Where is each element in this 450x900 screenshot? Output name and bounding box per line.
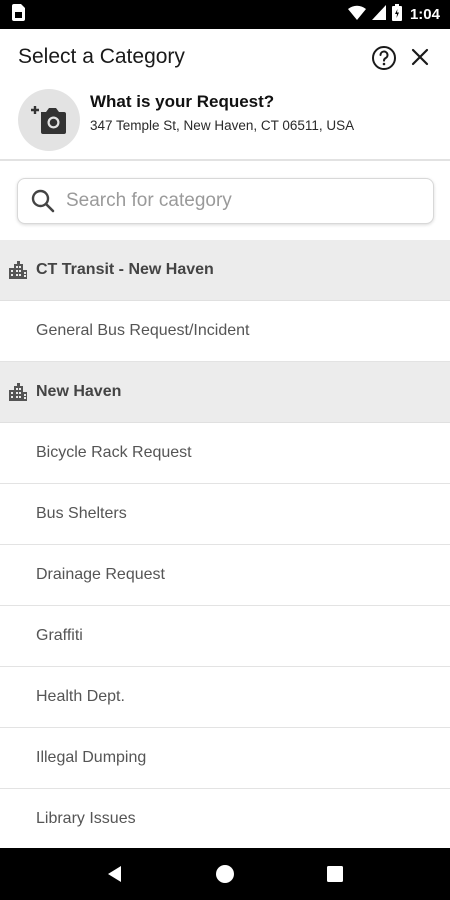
help-circle-icon [372, 46, 396, 70]
list-item-label: General Bus Request/Incident [36, 322, 250, 339]
list-item-label: Drainage Request [36, 566, 165, 583]
close-icon [411, 48, 429, 66]
page-title: Select a Category [18, 45, 185, 68]
status-time: 1:04 [409, 6, 440, 23]
category-list: CT Transit - New Haven General Bus Reque… [0, 240, 450, 850]
search-icon [31, 189, 55, 213]
status-bar: 1:04 [0, 0, 450, 29]
city-icon [9, 261, 27, 279]
wifi-icon [347, 5, 366, 25]
system-nav-bar [0, 848, 450, 900]
list-item-bicycle-rack-request[interactable]: Bicycle Rack Request [0, 423, 450, 484]
list-item-label: Bus Shelters [36, 505, 127, 522]
list-item-drainage-request[interactable]: Drainage Request [0, 545, 450, 606]
add-camera-icon [31, 106, 66, 134]
help-button[interactable] [371, 45, 397, 71]
list-item-illegal-dumping[interactable]: Illegal Dumping [0, 728, 450, 789]
request-title: What is your Request? [90, 92, 275, 111]
back-triangle-icon [108, 866, 121, 882]
list-item-label: Library Issues [36, 810, 136, 827]
group-header-new-haven: New Haven [0, 362, 450, 423]
add-photo-button[interactable] [18, 89, 80, 151]
list-item-label: Health Dept. [36, 688, 125, 705]
list-item-graffiti[interactable]: Graffiti [0, 606, 450, 667]
signal-icon [371, 4, 386, 25]
home-circle-icon [216, 865, 234, 883]
search-input[interactable] [66, 190, 406, 212]
sim-card-icon [12, 3, 25, 26]
recents-button[interactable] [315, 854, 355, 894]
group-label: New Haven [36, 383, 122, 400]
list-item-library-issues[interactable]: Library Issues [0, 789, 450, 850]
app-header: Select a Category What is your Request? … [0, 29, 450, 161]
list-item-general-bus-request[interactable]: General Bus Request/Incident [0, 301, 450, 362]
home-button[interactable] [205, 854, 245, 894]
group-header-ct-transit: CT Transit - New Haven [0, 240, 450, 301]
battery-icon [391, 3, 402, 26]
city-icon [9, 383, 27, 401]
close-button[interactable] [408, 45, 432, 69]
request-address: 347 Temple St, New Haven, CT 06511, USA [90, 118, 355, 133]
list-item-label: Bicycle Rack Request [36, 444, 192, 461]
list-item-health-dept[interactable]: Health Dept. [0, 667, 450, 728]
list-item-label: Illegal Dumping [36, 749, 147, 766]
search-box[interactable] [17, 178, 434, 224]
back-button[interactable] [95, 854, 135, 894]
group-label: CT Transit - New Haven [36, 261, 214, 278]
list-item-label: Graffiti [36, 627, 83, 644]
recents-square-icon [327, 866, 343, 882]
list-item-bus-shelters[interactable]: Bus Shelters [0, 484, 450, 545]
